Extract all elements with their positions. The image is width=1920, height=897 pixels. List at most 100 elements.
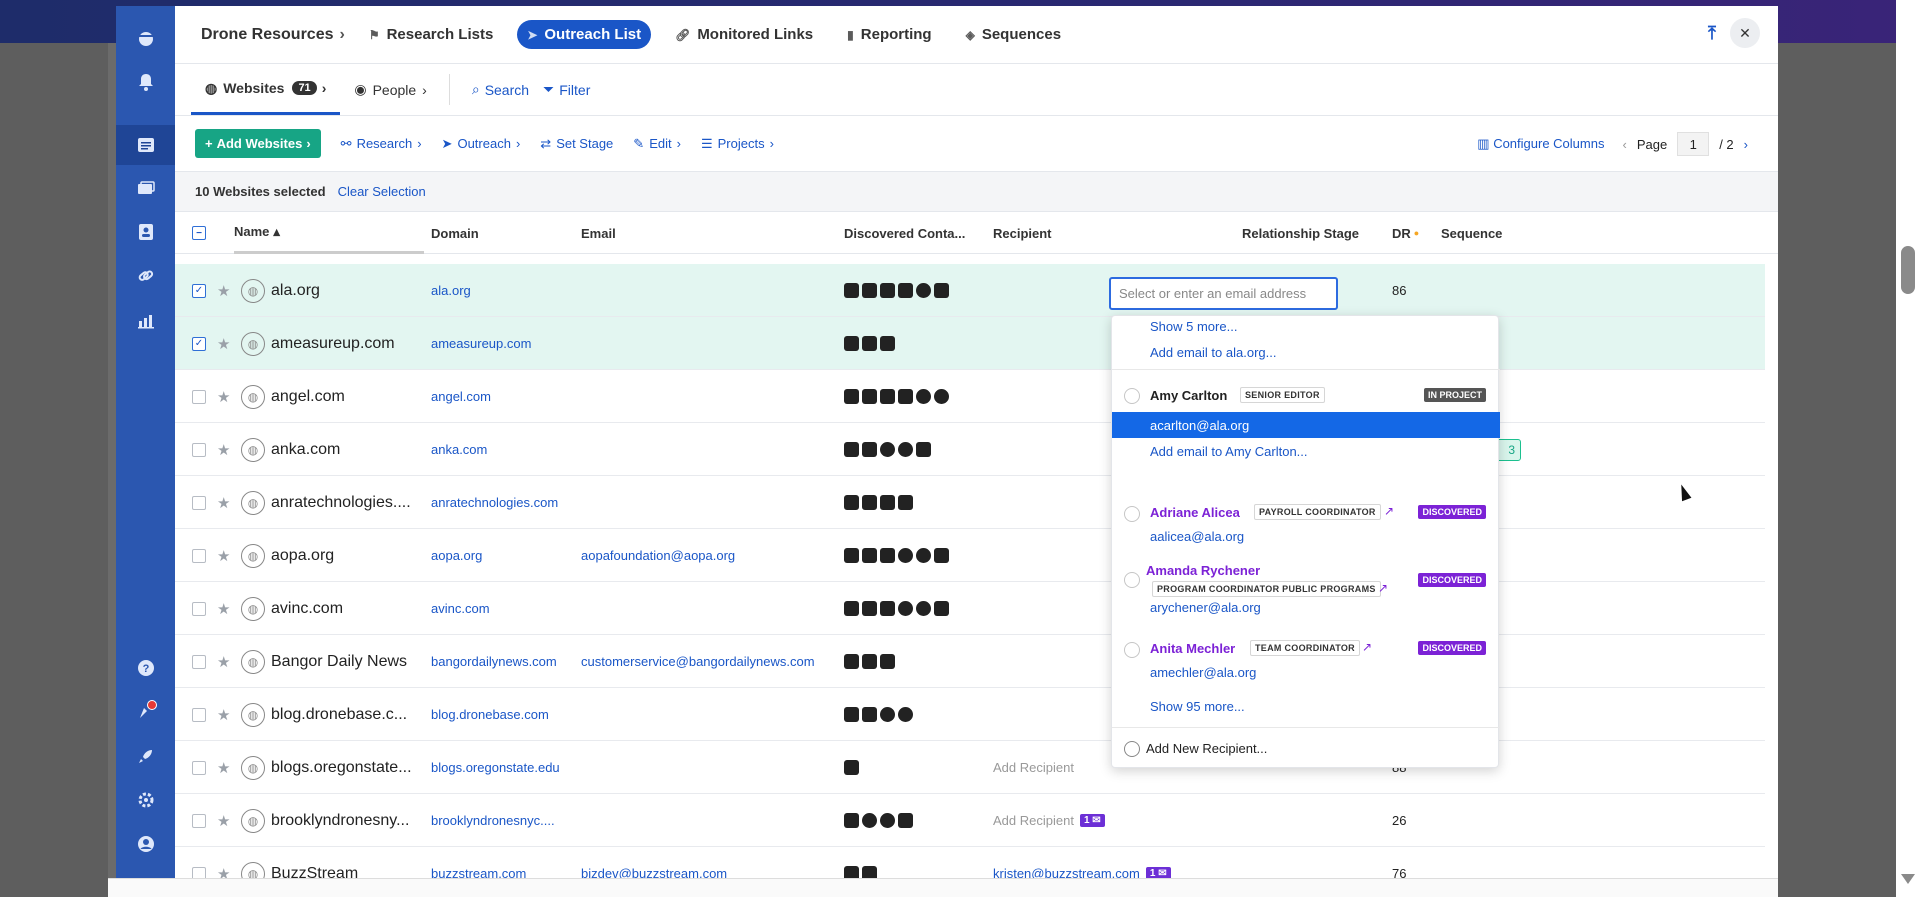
social-icon[interactable] bbox=[880, 707, 895, 722]
website-name[interactable]: blogs.oregonstate... bbox=[271, 759, 412, 777]
email-option[interactable]: arychener@ala.org bbox=[1150, 600, 1261, 615]
show-more-top-link[interactable]: Show 5 more... bbox=[1150, 319, 1237, 334]
mail-stack-icon[interactable] bbox=[116, 169, 175, 209]
social-icon[interactable] bbox=[862, 495, 877, 510]
table-row[interactable]: ✓★◍ameasureup.comameasureup.com0 bbox=[175, 317, 1765, 370]
star-icon[interactable]: ★ bbox=[217, 388, 230, 406]
social-icon[interactable] bbox=[880, 813, 895, 828]
social-icon[interactable] bbox=[898, 495, 913, 510]
website-name[interactable]: anka.com bbox=[271, 441, 340, 459]
domain-link[interactable]: aopa.org bbox=[431, 548, 482, 563]
prev-page-icon[interactable]: ‹ bbox=[1622, 137, 1626, 152]
domain-link[interactable]: angel.com bbox=[431, 389, 491, 404]
social-icon[interactable] bbox=[844, 389, 859, 404]
star-icon[interactable]: ★ bbox=[217, 865, 230, 879]
domain-link[interactable]: anka.com bbox=[431, 442, 487, 457]
social-icon[interactable] bbox=[862, 336, 877, 351]
social-icon[interactable] bbox=[862, 442, 877, 457]
column-sequence[interactable]: Sequence bbox=[1441, 212, 1502, 254]
star-icon[interactable]: ★ bbox=[217, 600, 230, 618]
email-link[interactable]: bizdev@buzzstream.com bbox=[581, 866, 727, 878]
social-icon[interactable] bbox=[862, 866, 877, 878]
social-icon[interactable] bbox=[934, 548, 949, 563]
row-checkbox[interactable]: ✓ bbox=[192, 283, 206, 298]
website-name[interactable]: aopa.org bbox=[271, 547, 334, 565]
social-icon[interactable] bbox=[898, 707, 913, 722]
collapse-icon[interactable]: ✕ bbox=[1730, 18, 1760, 48]
column-relationship-stage[interactable]: Relationship Stage bbox=[1242, 212, 1359, 254]
table-row[interactable]: ★ ◍ anratechnologies.... anratechnologies.c… bbox=[175, 476, 1765, 529]
upload-icon[interactable]: ⤒ bbox=[1708, 23, 1716, 44]
add-email-contact-link[interactable]: Add email to Amy Carlton... bbox=[1150, 444, 1308, 459]
tab-websites[interactable]: ◍ Websites 71 › bbox=[191, 64, 341, 115]
website-name[interactable]: BuzzStream bbox=[271, 865, 358, 879]
table-row[interactable]: ✓ ★ ◍ ala.org ala.org 86 bbox=[175, 264, 1765, 317]
social-icon[interactable] bbox=[934, 283, 949, 298]
table-row[interactable]: ★◍angel.comangel.com50 bbox=[175, 370, 1765, 423]
row-checkbox[interactable] bbox=[192, 813, 206, 828]
social-icon[interactable] bbox=[916, 442, 931, 457]
social-icon[interactable] bbox=[844, 283, 859, 298]
tab-people[interactable]: ◉ People › bbox=[340, 64, 440, 115]
social-icon[interactable] bbox=[844, 760, 859, 775]
tab-sequences[interactable]: ◈ Sequences bbox=[956, 20, 1071, 49]
website-name[interactable]: angel.com bbox=[271, 388, 345, 406]
star-icon[interactable]: ★ bbox=[217, 759, 230, 777]
add-new-recipient-button[interactable]: Add New Recipient... bbox=[1146, 741, 1267, 756]
row-checkbox[interactable] bbox=[192, 389, 206, 404]
website-name[interactable]: ameasureup.com bbox=[271, 335, 395, 353]
scroll-down-icon[interactable] bbox=[1901, 874, 1915, 884]
website-name[interactable]: avinc.com bbox=[271, 600, 343, 618]
row-checkbox[interactable] bbox=[192, 760, 206, 775]
star-icon[interactable]: ★ bbox=[217, 335, 230, 353]
social-icon[interactable] bbox=[880, 389, 895, 404]
website-name[interactable]: blog.dronebase.c... bbox=[271, 706, 407, 724]
recipient-value[interactable]: Add Recipient bbox=[993, 760, 1074, 775]
clear-selection-link[interactable]: Clear Selection bbox=[338, 184, 426, 199]
column-name[interactable]: Name ▴ bbox=[234, 212, 424, 254]
table-row[interactable]: ★ ◍ aopa.org aopa.org aopafoundation@aopa.or… bbox=[175, 529, 1765, 582]
page-scrollbar-thumb[interactable] bbox=[1901, 246, 1915, 294]
social-icon[interactable] bbox=[862, 707, 877, 722]
social-icon[interactable] bbox=[862, 813, 877, 828]
chart-icon[interactable] bbox=[116, 300, 175, 340]
outreach-button[interactable]: ➤ Outreach › bbox=[442, 136, 521, 152]
user-avatar-icon[interactable] bbox=[116, 824, 175, 864]
search-button[interactable]: ⌕ Search bbox=[458, 64, 543, 115]
email-option[interactable]: aalicea@ala.org bbox=[1150, 529, 1244, 544]
domain-link[interactable]: blog.dronebase.com bbox=[431, 707, 549, 722]
show-more-bottom-link[interactable]: Show 95 more... bbox=[1150, 699, 1245, 714]
social-icon[interactable] bbox=[844, 601, 859, 616]
page-scrollbar[interactable] bbox=[1896, 0, 1920, 897]
social-icon[interactable] bbox=[844, 495, 859, 510]
bell-icon[interactable] bbox=[116, 62, 175, 102]
column-email[interactable]: Email bbox=[581, 212, 616, 254]
select-all-checkbox[interactable]: − bbox=[192, 212, 206, 254]
social-icon[interactable] bbox=[880, 336, 895, 351]
list-icon[interactable] bbox=[116, 125, 175, 165]
row-checkbox[interactable] bbox=[192, 654, 206, 669]
edit-button[interactable]: ✎ Edit › bbox=[633, 136, 681, 152]
social-icon[interactable] bbox=[934, 601, 949, 616]
social-icon[interactable] bbox=[898, 389, 913, 404]
table-row[interactable]: ★◍avinc.comavinc.com70 bbox=[175, 582, 1765, 635]
column-discovered[interactable]: Discovered Conta... bbox=[844, 212, 965, 254]
row-checkbox[interactable]: ✓ bbox=[192, 336, 206, 351]
domain-link[interactable]: bangordailynews.com bbox=[431, 654, 557, 669]
projects-button[interactable]: ☰ Projects › bbox=[701, 136, 774, 152]
external-link-icon[interactable]: ↗ bbox=[1362, 640, 1372, 654]
set-stage-button[interactable]: ⇄ Set Stage bbox=[540, 136, 613, 152]
star-icon[interactable]: ★ bbox=[217, 441, 230, 459]
recipient-value[interactable]: Add Recipient bbox=[993, 813, 1074, 828]
social-icon[interactable] bbox=[844, 813, 859, 828]
external-link-icon[interactable]: ↗ bbox=[1378, 581, 1388, 595]
social-icon[interactable] bbox=[880, 442, 895, 457]
row-checkbox[interactable] bbox=[192, 707, 206, 722]
star-icon[interactable]: ★ bbox=[217, 653, 230, 671]
social-icon[interactable] bbox=[898, 601, 913, 616]
page-input[interactable]: 1 bbox=[1677, 132, 1710, 156]
domain-link[interactable]: buzzstream.com bbox=[431, 866, 526, 878]
domain-link[interactable]: ala.org bbox=[431, 283, 471, 298]
row-checkbox[interactable] bbox=[192, 601, 206, 616]
social-icon[interactable] bbox=[898, 548, 913, 563]
